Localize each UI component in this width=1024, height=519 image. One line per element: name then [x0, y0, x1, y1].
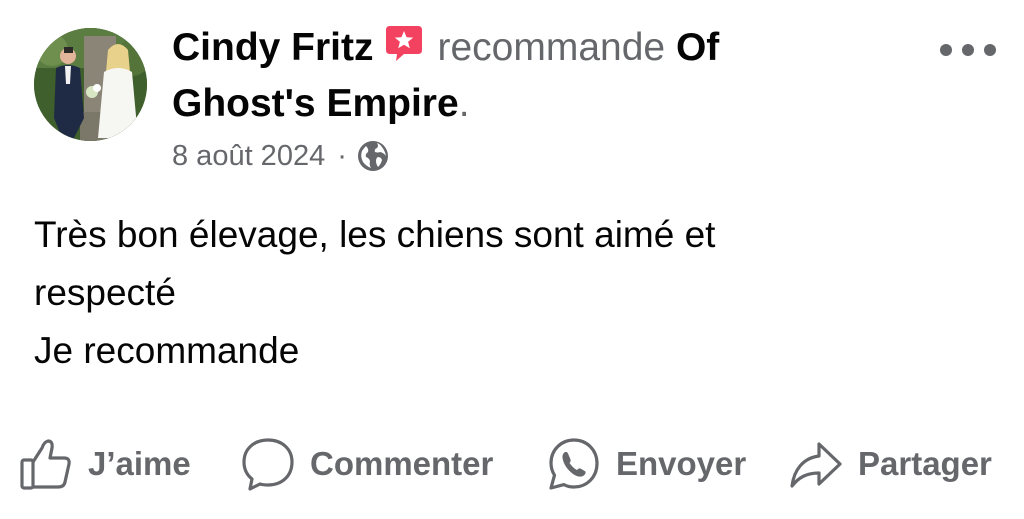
more-options-icon[interactable]: [940, 40, 996, 60]
recommend-verb: recommande: [437, 26, 666, 69]
action-bar: J’aime Commenter Envoyer Partager: [18, 434, 1018, 494]
share-arrow-icon: [790, 442, 842, 488]
more-dot: [984, 44, 996, 56]
comment-button[interactable]: Commenter: [240, 434, 493, 494]
page-name-part1[interactable]: Of: [676, 26, 719, 69]
more-dot: [962, 44, 974, 56]
send-button[interactable]: Envoyer: [546, 434, 746, 494]
share-button[interactable]: Partager: [788, 434, 992, 494]
whatsapp-icon: [549, 438, 599, 490]
comment-label: Commenter: [310, 445, 494, 482]
recommend-badge-icon: [384, 24, 424, 62]
comment-icon: [242, 438, 294, 491]
like-label: J’aime: [88, 445, 191, 482]
page-name-part2[interactable]: Ghost's Empire: [172, 82, 459, 125]
share-label: Partager: [858, 445, 992, 482]
post-meta: 8 août 2024 ·: [172, 136, 389, 176]
send-label: Envoyer: [616, 445, 747, 482]
post-header: Cindy Fritz recommande Of Ghost's Empire…: [172, 20, 892, 132]
more-dot: [940, 44, 952, 56]
post-text: Très bon élevage, les chiens sont aimé e…: [34, 206, 994, 380]
header-period: .: [458, 82, 470, 125]
avatar-photo: [34, 28, 147, 141]
globe-icon: [357, 141, 388, 171]
thumbs-up-icon: [20, 439, 71, 490]
author-name[interactable]: Cindy Fritz: [172, 26, 374, 69]
post-text-line: Je recommande: [34, 330, 300, 371]
post-date[interactable]: 8 août 2024: [172, 140, 325, 173]
like-button[interactable]: J’aime: [18, 434, 191, 494]
post-text-line: Très bon élevage, les chiens sont aimé e…: [34, 214, 716, 255]
meta-separator: ·: [337, 139, 347, 172]
post-text-line: respecté: [34, 272, 176, 313]
avatar[interactable]: [34, 28, 147, 141]
